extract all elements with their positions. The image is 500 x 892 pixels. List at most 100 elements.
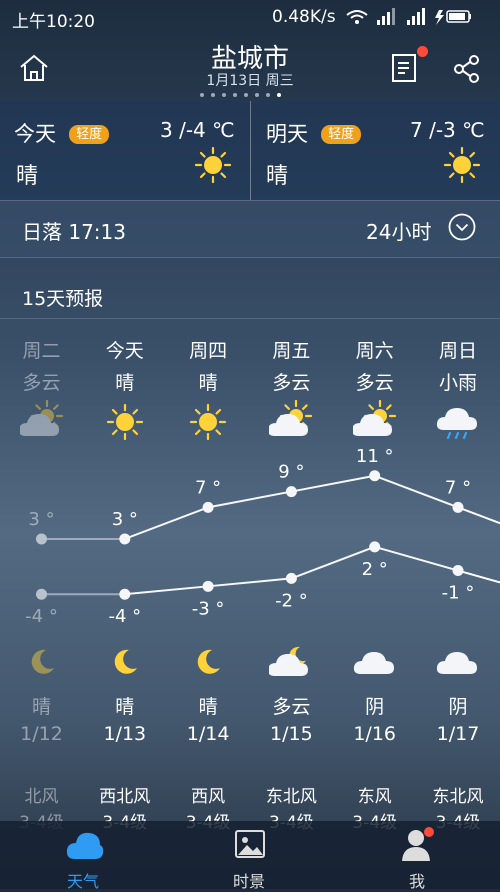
nav-weather[interactable] (65, 827, 105, 867)
moon-icon (197, 649, 221, 674)
user-icon (402, 827, 434, 861)
today-condition: 晴 (16, 164, 39, 189)
high-temp-point (119, 533, 131, 545)
forecast-wind-direction: 北风 (24, 787, 59, 807)
forecast-night-condition: 多云 (272, 696, 311, 718)
share-button[interactable] (452, 54, 482, 84)
nav-scenery-label[interactable]: 时景 (233, 868, 265, 892)
low-temp-label: -4 ° (108, 606, 141, 627)
temperature-chart: 3 ° 3 ° 7 ° 9 ° 11 ° 7 ° -4 ° -4 ° -3 ° -2 ° 2 ° -1… (25, 446, 500, 627)
forecast-wind-direction: 东北风 (432, 787, 484, 807)
forecast-night-icon (103, 640, 147, 688)
today-aqi-badge: 轻度 (69, 125, 110, 144)
low-temp-label: 2 ° (362, 559, 388, 580)
low-temp-label: -4 ° (25, 606, 58, 627)
today-card[interactable]: 今天 轻度 (14, 118, 110, 148)
status-bar: 上午10:20 0.48K/s (0, 0, 500, 34)
high-temp-label: 3 ° (28, 509, 54, 530)
notification-badge (417, 46, 428, 57)
cloud-moon-icon (268, 646, 309, 676)
forecast-date: 1/17 (436, 723, 480, 745)
forecast-night-condition: 晴 (31, 696, 51, 718)
temp-line-segment (124, 585, 209, 596)
forecast-date: 1/14 (186, 723, 230, 745)
moon-icon (114, 649, 137, 674)
share-icon (454, 55, 479, 83)
forecast-night-condition: 晴 (115, 696, 135, 718)
low-temp-point (285, 572, 297, 584)
low-temp-point (119, 588, 131, 600)
high-temp-point (202, 501, 214, 513)
tomorrow-title: 明天 (266, 122, 308, 146)
status-time: 上午10:20 (12, 12, 95, 32)
network-speed: 0.48K/s (272, 7, 336, 27)
cloud-icon (436, 652, 477, 674)
today-temp: 3 /-4 ℃ (160, 118, 235, 142)
today-sun-icon (194, 146, 232, 188)
nav-scenery[interactable] (234, 829, 266, 861)
header-date: 1月13日 周三 (206, 73, 294, 89)
high-temp-label: 9 ° (278, 462, 304, 483)
forecast-night-icon (268, 640, 313, 688)
low-temp-label: -2 ° (275, 590, 308, 611)
forecast-date: 1/13 (103, 723, 147, 745)
picture-icon (235, 830, 265, 858)
forecast-night-condition: 阴 (365, 696, 385, 718)
high-temp-point (452, 501, 464, 513)
moon-icon (31, 649, 54, 674)
nav-weather-label[interactable]: 天气 (67, 868, 99, 892)
high-temp-label: 3 ° (112, 509, 138, 530)
low-temp-point (369, 541, 381, 553)
hourly-toggle-label[interactable]: 24小时 (366, 216, 431, 245)
cloud-icon (66, 832, 104, 859)
page-indicator (200, 93, 300, 99)
high-temp-label: 11 ° (356, 446, 394, 467)
news-icon (392, 54, 416, 82)
forecast-night-condition: 阴 (448, 696, 468, 718)
today-title: 今天 (14, 122, 56, 146)
forecast-divider (0, 318, 500, 319)
tomorrow-sun-icon (443, 146, 481, 188)
low-temp-label: -3 ° (192, 598, 225, 619)
forecast-date: 1/15 (270, 723, 313, 745)
tomorrow-condition: 晴 (266, 164, 289, 189)
high-temp-label: 7 ° (195, 477, 221, 498)
forecast-night-icon (436, 640, 480, 688)
forecast-date: 1/12 (20, 723, 63, 745)
low-temp-point (36, 588, 47, 600)
forecast-wind-direction: 西风 (191, 787, 226, 807)
low-temp-point (452, 565, 464, 577)
high-temp-point (285, 486, 297, 498)
temp-line-extension (457, 506, 500, 525)
forecast-wind-direction: 东北风 (265, 787, 317, 807)
forecast-night-icon (353, 640, 397, 688)
forecast-night-icon (20, 640, 64, 688)
sunset-time: 日落 17:13 (22, 220, 126, 244)
hourly-expand-button[interactable] (448, 213, 476, 241)
bottom-nav: 天气 时景 我 (0, 821, 500, 892)
forecast-night-icon (186, 640, 230, 688)
forecast-night-condition: 晴 (198, 696, 218, 718)
tomorrow-temp: 7 /-3 ℃ (410, 118, 485, 142)
nav-me-label[interactable]: 我 (409, 868, 425, 892)
low-temp-point (202, 580, 214, 592)
forecast-wind-direction: 西北风 (99, 787, 151, 807)
chevron-down-icon (448, 213, 476, 241)
status-icons (345, 7, 475, 32)
signal-wifi-battery-icon (346, 8, 471, 25)
cloud-icon (353, 652, 394, 674)
forecast-date: 1/16 (353, 723, 397, 745)
temp-line-extension (457, 569, 500, 584)
high-temp-point (36, 533, 47, 545)
high-temp-point (369, 470, 381, 482)
temp-line-segment (208, 577, 292, 588)
nav-me[interactable] (400, 827, 434, 863)
forecast-wind-direction: 东风 (357, 787, 392, 807)
forecast-title: 15天预报 (22, 288, 104, 310)
high-temp-label: 7 ° (445, 477, 471, 498)
low-temp-label: -1 ° (442, 583, 475, 604)
news-button[interactable] (390, 46, 428, 84)
tomorrow-aqi-badge: 轻度 (321, 125, 362, 144)
tomorrow-card[interactable]: 明天 轻度 (266, 118, 362, 148)
card-divider (250, 101, 251, 200)
